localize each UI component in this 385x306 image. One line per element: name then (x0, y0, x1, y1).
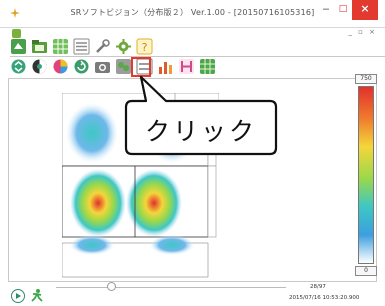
toolbar-divider (10, 56, 385, 57)
split-icon[interactable] (178, 58, 195, 75)
scale-max-label: 750 (355, 74, 377, 84)
color-scale: 750 0 (355, 74, 377, 279)
mdi-window-controls[interactable]: _ ▫ × (348, 28, 377, 36)
toggle-icon[interactable] (10, 58, 27, 75)
color-map-icon[interactable] (52, 58, 69, 75)
distribution-icon[interactable] (115, 58, 132, 75)
document-icon[interactable] (12, 29, 21, 38)
chart-icon[interactable] (157, 58, 174, 75)
frame-counter: 28/97 (310, 284, 326, 290)
help-icon[interactable]: ? (136, 38, 153, 55)
grid-icon[interactable] (52, 38, 69, 55)
svg-text:?: ? (142, 41, 148, 54)
timestamp: 2015/07/16 10:53:20.900 (289, 295, 360, 301)
play-button[interactable] (11, 289, 25, 303)
tools-icon[interactable] (94, 38, 111, 55)
refresh-icon[interactable] (73, 58, 90, 75)
timeline-thumb[interactable] (107, 282, 116, 291)
timeline-track[interactable] (56, 287, 286, 288)
camera-icon[interactable] (94, 58, 111, 75)
app-window: SRソフトビジョン（分布版２） Ver.1.00 - [201507161053… (0, 0, 385, 306)
close-button[interactable]: × (352, 0, 378, 20)
scale-gradient (358, 86, 374, 264)
list-icon[interactable] (73, 38, 90, 55)
highlight-distribution-button (131, 57, 151, 77)
open-icon[interactable] (10, 38, 27, 55)
scale-min-label: 0 (355, 266, 377, 276)
grid-view-icon[interactable] (199, 58, 216, 75)
settings-icon[interactable] (115, 38, 132, 55)
rotate-icon[interactable] (31, 58, 48, 75)
callout-label: クリック (144, 117, 257, 146)
maximize-button[interactable]: □ (336, 0, 350, 20)
title-bar: SRソフトビジョン（分布版２） Ver.1.00 - [201507161053… (0, 0, 385, 28)
folder-icon[interactable] (31, 38, 48, 55)
run-icon[interactable] (30, 288, 44, 304)
minimize-button[interactable]: ‒ (318, 0, 334, 20)
